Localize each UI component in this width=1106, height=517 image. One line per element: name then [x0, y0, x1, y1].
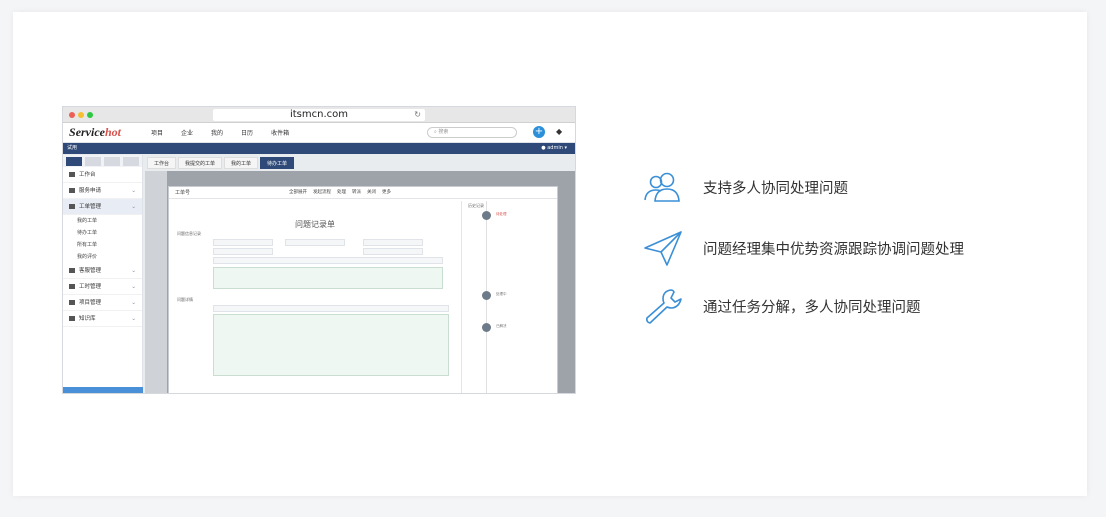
- sidebar-item: 知识库 ⌄: [63, 311, 142, 327]
- sidebar-item: 项目管理 ⌄: [63, 295, 142, 311]
- feature-label: 支持多人协同处理问题: [703, 180, 848, 197]
- dialog-action: 转派: [352, 190, 361, 195]
- feature-label: 通过任务分解，多人协同处理问题: [703, 299, 921, 316]
- timeline-node-icon: [482, 291, 491, 300]
- sidebar: 工作台 服务申请 ⌄ 工单管理 ⌄ 我的工单 待办工单 所有工单 我的评价 客服管理…: [63, 155, 143, 393]
- feature-card: itsmcn.com ↻ Servicehot 项目 企业 我的 日历 收件箱 …: [13, 12, 1087, 496]
- history-timeline: 历史记录 待处理 处理中 已解决: [461, 201, 557, 393]
- app-header: Servicehot 项目 企业 我的 日历 收件箱 ⌕ 搜索 + ◆: [63, 123, 575, 143]
- sidebar-subitem: 待办工单: [77, 230, 98, 236]
- nav-item: 我的: [211, 130, 224, 137]
- form-title: 问题记录单: [295, 220, 335, 229]
- dialog-action: 更多: [382, 190, 391, 195]
- feature-item: 问题经理集中优势资源跟踪协调问题处理: [641, 228, 964, 268]
- dialog-action: 全部展开: [289, 190, 307, 195]
- maximize-dot-icon: [87, 112, 93, 118]
- nav-item: 收件箱: [271, 130, 290, 137]
- sidebar-item: 工单管理 ⌄: [63, 199, 142, 215]
- nav-item: 企业: [181, 130, 194, 137]
- address-bar: itsmcn.com ↻: [213, 109, 425, 121]
- nav-item: 日历: [241, 130, 254, 137]
- sidebar-toolbar: [63, 155, 142, 167]
- notification-icon: ◆: [556, 127, 563, 136]
- dialog-action: 关闭: [367, 190, 376, 195]
- tab-bar: 工作台 我提交的工单 我的工单 待办工单: [145, 155, 575, 169]
- section-label: 问题详情: [177, 297, 193, 302]
- timeline-entry: 待处理: [496, 212, 507, 216]
- sidebar-item: 工作台: [63, 167, 142, 183]
- sidebar-subitem: 我的评价: [77, 254, 98, 260]
- add-icon: +: [533, 126, 545, 138]
- timeline-entry: 已解决: [496, 324, 507, 328]
- top-nav: 项目 企业 我的 日历 收件箱: [151, 128, 289, 137]
- ticket-dialog: 工单号 全部展开 发起流程 处理 转派 关闭 更多 问题记录单 问题信息记录 问…: [168, 186, 558, 393]
- search-box: ⌕ 搜索: [427, 127, 517, 138]
- browser-titlebar: itsmcn.com ↻: [63, 107, 575, 123]
- url-text: itsmcn.com: [289, 109, 349, 120]
- dialog-action: 发起流程: [313, 190, 331, 195]
- section-label: 问题信息记录: [177, 231, 201, 236]
- tab: 我的工单: [224, 157, 259, 169]
- reload-icon: ↻: [414, 110, 421, 119]
- close-dot-icon: [69, 112, 75, 118]
- dialog-toolbar: 工单号 全部展开 发起流程 处理 转派 关闭 更多: [169, 187, 557, 199]
- trial-label: 试用: [67, 145, 78, 151]
- app-logo: Servicehot: [69, 125, 122, 139]
- feature-item: 通过任务分解，多人协同处理问题: [641, 286, 921, 326]
- tab-active: 待办工单: [260, 157, 295, 169]
- dialog-action: 处理: [337, 190, 346, 195]
- sidebar-item: 服务申请 ⌄: [63, 183, 142, 199]
- wrench-icon: [646, 289, 682, 324]
- sidebar-subitem: 我的工单: [77, 218, 98, 224]
- feature-item: 支持多人协同处理问题: [641, 167, 848, 207]
- timeline-header: 历史记录: [468, 203, 484, 208]
- sidebar-bottom-bar: [63, 387, 143, 393]
- users-icon: [644, 172, 680, 202]
- form-area: 问题记录单 问题信息记录 问题详情: [173, 201, 457, 393]
- minimize-dot-icon: [78, 112, 84, 118]
- paper-plane-icon: [644, 231, 682, 266]
- sidebar-item: 工时管理 ⌄: [63, 279, 142, 295]
- sidebar-item: 客服管理 ⌄: [63, 263, 142, 279]
- app-bluebar: 试用 ● admin ▾: [63, 143, 575, 154]
- timeline-node-icon: [482, 323, 491, 332]
- tab: 我提交的工单: [178, 157, 223, 169]
- tab: 工作台: [147, 157, 177, 169]
- list-panel: [145, 171, 167, 393]
- nav-item: 项目: [151, 130, 164, 137]
- sidebar-subitem: 所有工单: [77, 242, 98, 248]
- timeline-node-icon: [482, 211, 491, 220]
- timeline-entry: 处理中: [496, 292, 507, 296]
- browser-mockup: itsmcn.com ↻ Servicehot 项目 企业 我的 日历 收件箱 …: [62, 106, 576, 394]
- user-menu: ● admin ▾: [541, 145, 567, 151]
- feature-label: 问题经理集中优势资源跟踪协调问题处理: [703, 241, 964, 258]
